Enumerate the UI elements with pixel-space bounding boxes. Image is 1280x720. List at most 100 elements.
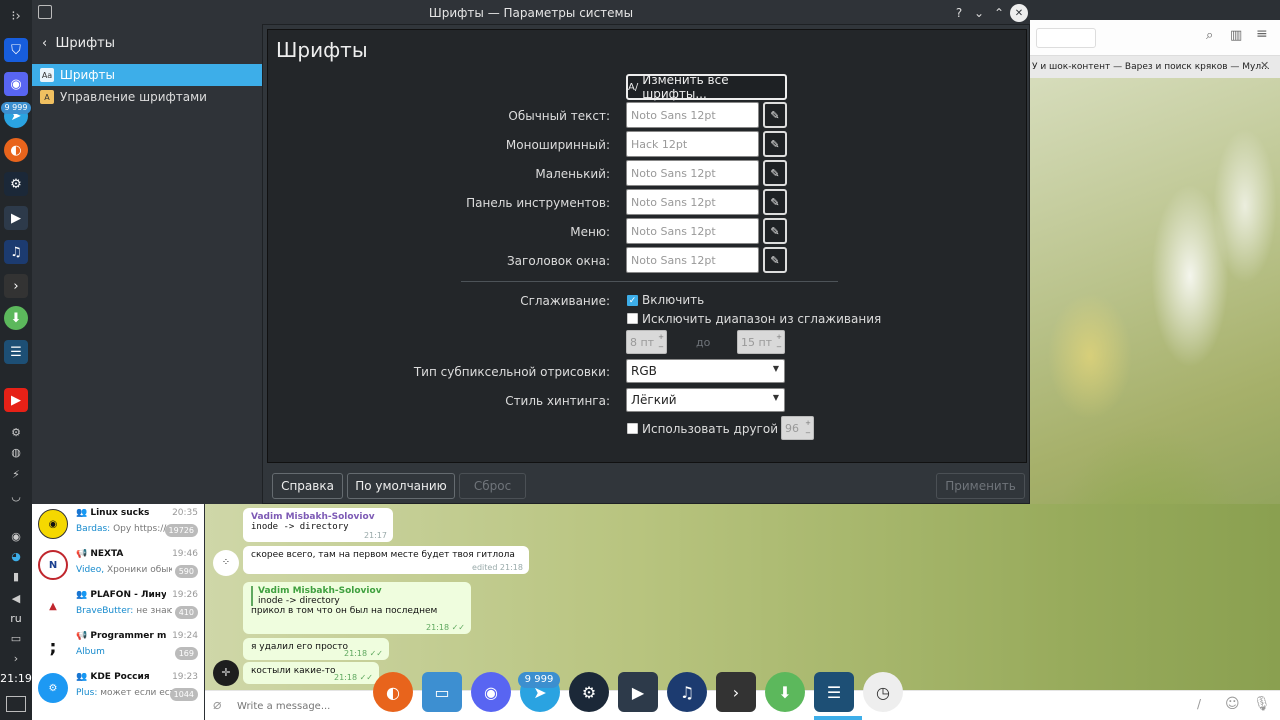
menu-font-edit-button[interactable]: ✎ bbox=[763, 218, 787, 244]
help-button[interactable]: ? bbox=[950, 4, 968, 22]
font-icon: A/ bbox=[628, 81, 639, 93]
chat-list-item[interactable]: ▲ 👥 PLAFON - Линукс... 19:26 BraveButter… bbox=[32, 586, 204, 627]
menu-icon[interactable]: ≡ bbox=[1256, 26, 1268, 42]
menu-font-field[interactable]: Noto Sans 12pt bbox=[626, 218, 759, 244]
fixed-font-edit-button[interactable]: ✎ bbox=[763, 131, 787, 157]
exclude-range-checkbox[interactable] bbox=[627, 313, 638, 324]
defaults-button[interactable]: По умолчанию bbox=[347, 473, 455, 499]
discord-icon[interactable]: ◉ bbox=[4, 72, 28, 96]
battery-tray-icon[interactable]: ▮ bbox=[8, 568, 24, 584]
force-dpi-checkbox[interactable] bbox=[627, 423, 638, 434]
message: костыли какие-то 21:18 ✓✓ bbox=[243, 662, 379, 684]
volume-tray-icon[interactable]: ◀ bbox=[8, 590, 24, 606]
clock-app-icon[interactable]: ◷ bbox=[863, 672, 903, 712]
toolbar-font-field[interactable]: Noto Sans 12pt bbox=[626, 189, 759, 215]
sidebar-item-font-management[interactable]: A Управление шрифтами bbox=[32, 86, 262, 108]
close-button[interactable]: ✕ bbox=[1010, 4, 1028, 22]
unread-badge: 19726 bbox=[164, 524, 198, 537]
youtube-icon[interactable]: ▶ bbox=[4, 388, 28, 412]
attach-icon[interactable]: ⌀ bbox=[213, 697, 221, 713]
maximize-button[interactable]: ⌃ bbox=[990, 4, 1008, 22]
audio-app-icon[interactable]: ♫ bbox=[667, 672, 707, 712]
firefox-icon[interactable]: ◐ bbox=[373, 672, 413, 712]
network-tray-icon[interactable]: ◕ bbox=[8, 548, 24, 564]
steam-icon[interactable]: ⚙ bbox=[569, 672, 609, 712]
sidebar-back-button[interactable]: ‹ Шрифты bbox=[32, 26, 262, 62]
terminal-icon[interactable]: › bbox=[716, 672, 756, 712]
window-title-font-field[interactable]: Noto Sans 12pt bbox=[626, 247, 759, 273]
expand-tray-icon[interactable]: › bbox=[8, 650, 24, 666]
unread-badge: 410 bbox=[174, 606, 198, 619]
toolbar-font-edit-button[interactable]: ✎ bbox=[763, 189, 787, 215]
close-tab-icon[interactable]: ✕ bbox=[1260, 59, 1269, 72]
reply-quote[interactable]: Vadim Misbakh-Soloviov inode -> director… bbox=[251, 586, 463, 606]
system-settings-icon[interactable]: ☰ bbox=[4, 340, 28, 364]
sidebar-item-label: Управление шрифтами bbox=[60, 90, 207, 104]
spin-arrows-icon[interactable]: + − bbox=[657, 332, 665, 352]
display-tray-icon[interactable]: ▭ bbox=[8, 630, 24, 646]
general-font-edit-button[interactable]: ✎ bbox=[763, 102, 787, 128]
system-settings-icon[interactable]: ☰ bbox=[814, 672, 854, 712]
chat-list-item[interactable]: ◉ 👥 Linux sucks 20:35 Bardas: Ору https:… bbox=[32, 504, 204, 545]
exclude-from-spinbox[interactable]: 8 пт + − bbox=[626, 330, 667, 354]
small-font-field[interactable]: Noto Sans 12pt bbox=[626, 160, 759, 186]
file-manager-icon[interactable]: ▭ bbox=[422, 672, 462, 712]
desktop: ⌕ ▥ ≡ У и шок-контент — Варез и поиск кр… bbox=[0, 0, 1280, 720]
avatar: ◉ bbox=[38, 509, 68, 539]
settings-sidebar: ‹ Шрифты Aa Шрифты A Управление шрифтами bbox=[32, 26, 262, 504]
chat-sender: Video, bbox=[76, 565, 105, 575]
settings-tray-icon[interactable]: ⚙ bbox=[8, 424, 24, 440]
apply-button[interactable]: Применить bbox=[936, 473, 1025, 499]
cup-tray-icon[interactable]: ◡ bbox=[8, 488, 24, 504]
vpn-tray-icon[interactable]: ◍ bbox=[8, 444, 24, 460]
clock[interactable]: 21:19 bbox=[0, 672, 32, 685]
dpi-spinbox[interactable]: 96 + − bbox=[781, 416, 814, 440]
media-player-icon[interactable]: ▶ bbox=[4, 206, 28, 230]
microphone-icon[interactable]: 🎙 bbox=[1253, 696, 1271, 712]
help-footer-button[interactable]: Справка bbox=[272, 473, 343, 499]
sidebar-toggle-icon[interactable]: ▥ bbox=[1230, 28, 1242, 43]
search-icon[interactable]: ⌕ bbox=[1206, 28, 1213, 43]
browser-url-field[interactable] bbox=[1036, 28, 1096, 48]
exclude-to-spinbox[interactable]: 15 пт + − bbox=[737, 330, 785, 354]
fixed-font-field[interactable]: Hack 12pt bbox=[626, 131, 759, 157]
window-title-font-edit-button[interactable]: ✎ bbox=[763, 247, 787, 273]
show-desktop-icon[interactable] bbox=[6, 696, 26, 712]
chat-list-item[interactable]: ; 📢 Programmer me... 19:24 Album 169 bbox=[32, 627, 204, 668]
commands-icon[interactable]: / bbox=[1197, 697, 1201, 711]
general-font-field[interactable]: Noto Sans 12pt bbox=[626, 102, 759, 128]
clipboard-tray-icon[interactable]: ⚡ bbox=[8, 466, 24, 482]
bitwarden-icon[interactable]: ⛉ bbox=[4, 38, 28, 62]
audio-app-icon[interactable]: ♫ bbox=[4, 240, 28, 264]
firefox-icon[interactable]: ◐ bbox=[4, 138, 28, 162]
pencil-icon: ✎ bbox=[770, 137, 780, 151]
chat-list-item[interactable]: ⚙ 👥 KDE Россия 19:23 Plus: может если ес… bbox=[32, 668, 204, 709]
browser-tab[interactable]: У и шок-контент — Варез и поиск кряков —… bbox=[1030, 56, 1280, 78]
steam-icon[interactable]: ⚙ bbox=[4, 172, 28, 196]
change-all-fonts-button[interactable]: A/ Изменить все шрифты... bbox=[626, 73, 787, 101]
keyboard-layout-indicator[interactable]: ru bbox=[0, 612, 32, 625]
font-management-icon: A bbox=[40, 90, 54, 104]
small-font-edit-button[interactable]: ✎ bbox=[763, 160, 787, 186]
terminal-icon[interactable]: › bbox=[4, 274, 28, 298]
hinting-select[interactable]: Лёгкий ▼ bbox=[626, 388, 785, 412]
application-launcher-icon[interactable]: ⁝› bbox=[4, 4, 28, 28]
unread-badge: 9 999 bbox=[1, 102, 31, 114]
download-manager-icon[interactable]: ⬇ bbox=[4, 306, 28, 330]
media-player-icon[interactable]: ▶ bbox=[618, 672, 658, 712]
emoji-icon[interactable]: ☺ bbox=[1225, 696, 1240, 712]
reset-button[interactable]: Сброс bbox=[459, 473, 526, 499]
chat-list-item[interactable]: N 📢 NEXTA 19:46 Video, Хроники обык... 5… bbox=[32, 545, 204, 586]
minimize-button[interactable]: ⌄ bbox=[970, 4, 988, 22]
spin-arrows-icon[interactable]: + − bbox=[804, 418, 812, 438]
antialias-checkbox[interactable]: ✓ bbox=[627, 295, 638, 306]
download-manager-icon[interactable]: ⬇ bbox=[765, 672, 805, 712]
chat-preview-text: может если ест... bbox=[100, 688, 172, 698]
subpixel-select[interactable]: RGB ▼ bbox=[626, 359, 785, 383]
discord-icon[interactable]: ◉ bbox=[471, 672, 511, 712]
steam-tray-icon[interactable]: ◉ bbox=[8, 528, 24, 544]
sidebar-item-fonts[interactable]: Aa Шрифты bbox=[32, 64, 262, 86]
spin-arrows-icon[interactable]: + − bbox=[775, 332, 783, 352]
avatar: ▲ bbox=[38, 591, 68, 621]
message: я удалил его просто 21:18 ✓✓ bbox=[243, 638, 389, 660]
